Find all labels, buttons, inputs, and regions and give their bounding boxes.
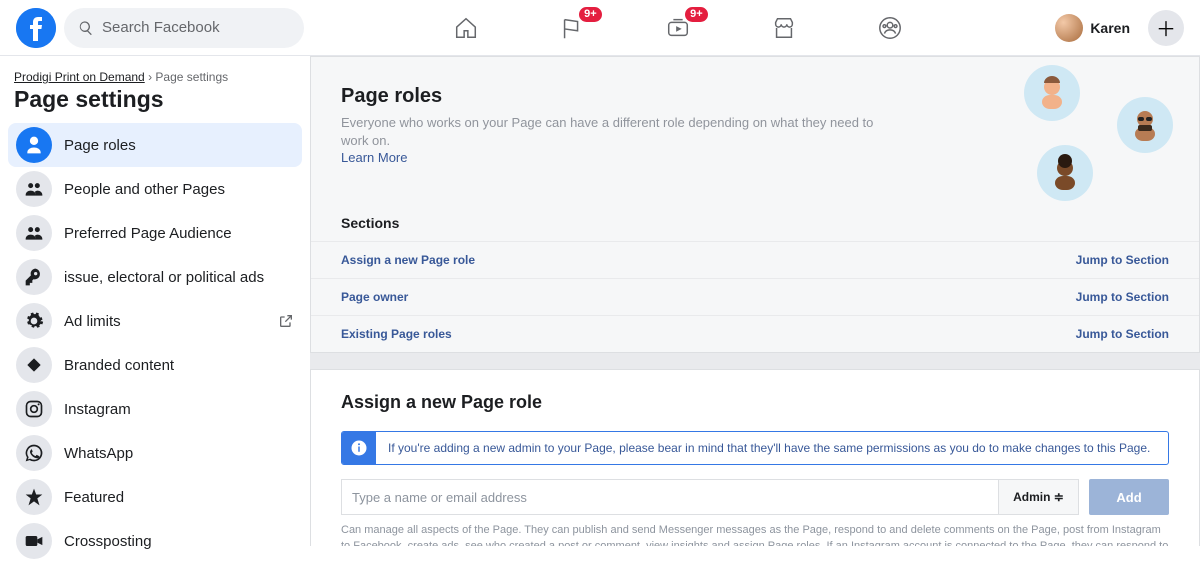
- main: Page roles Everyone who works on your Pa…: [310, 56, 1200, 546]
- nav-pages-badge: 9+: [579, 7, 602, 22]
- star-icon: [16, 479, 52, 515]
- jump-link-assign[interactable]: Jump to Section: [1076, 253, 1169, 267]
- nav-pages[interactable]: 9+: [558, 14, 586, 42]
- nav-home[interactable]: [452, 14, 480, 42]
- facebook-logo[interactable]: [16, 8, 56, 48]
- top-right: Karen ＋: [1051, 10, 1184, 46]
- breadcrumb: Prodigi Print on Demand › Page settings: [8, 70, 302, 84]
- sidebar-item-label: Ad limits: [64, 313, 121, 330]
- sidebar-item-label: Instagram: [64, 401, 131, 418]
- hero-illustration: [1009, 65, 1169, 205]
- sidebar-item-branded-content[interactable]: Branded content: [8, 343, 302, 387]
- nav-marketplace[interactable]: [770, 14, 798, 42]
- breadcrumb-root[interactable]: Prodigi Print on Demand: [14, 70, 145, 84]
- info-banner: If you're adding a new admin to your Pag…: [341, 431, 1169, 465]
- add-button[interactable]: Add: [1089, 479, 1169, 515]
- gear-icon: [16, 303, 52, 339]
- handshake-icon: [16, 347, 52, 383]
- video-icon: [16, 523, 52, 559]
- nav-center: 9+ 9+: [304, 14, 1051, 42]
- sidebar-item-preferred-audience[interactable]: Preferred Page Audience: [8, 211, 302, 255]
- sidebar-item-label: Crossposting: [64, 533, 152, 550]
- role-description: Can manage all aspects of the Page. They…: [341, 523, 1169, 546]
- key-icon: [16, 259, 52, 295]
- sidebar-item-label: Page roles: [64, 137, 136, 154]
- person-icon: [16, 127, 52, 163]
- assign-title: Assign a new Page role: [341, 392, 1169, 413]
- external-link-icon: [278, 313, 294, 329]
- nav-groups[interactable]: [876, 14, 904, 42]
- section-row-owner: Page owner Jump to Section: [311, 278, 1199, 315]
- section-row-existing: Existing Page roles Jump to Section: [311, 315, 1199, 352]
- page-title: Page settings: [14, 86, 302, 113]
- section-link-existing[interactable]: Existing Page roles: [341, 327, 452, 341]
- create-button[interactable]: ＋: [1148, 10, 1184, 46]
- profile-chip[interactable]: Karen: [1051, 10, 1140, 46]
- sidebar-item-label: Branded content: [64, 357, 174, 374]
- sidebar-item-issue-ads[interactable]: issue, electoral or political ads: [8, 255, 302, 299]
- sidebar-item-label: Preferred Page Audience: [64, 225, 232, 242]
- instagram-icon: [16, 391, 52, 427]
- sidebar-item-label: People and other Pages: [64, 181, 225, 198]
- search-icon: [78, 20, 94, 36]
- section-link-assign[interactable]: Assign a new Page role: [341, 253, 475, 267]
- profile-name: Karen: [1090, 20, 1130, 36]
- search-placeholder: Search Facebook: [102, 19, 220, 36]
- section-row-assign: Assign a new Page role Jump to Section: [311, 241, 1199, 278]
- sections-label: Sections: [341, 215, 1169, 231]
- sidebar-item-label: issue, electoral or political ads: [64, 269, 264, 286]
- sidebar-item-ad-limits[interactable]: Ad limits: [8, 299, 302, 343]
- info-text: If you're adding a new admin to your Pag…: [376, 432, 1162, 464]
- group-icon: [16, 215, 52, 251]
- search-box[interactable]: Search Facebook: [64, 8, 304, 48]
- nav-watch[interactable]: 9+: [664, 14, 692, 42]
- sidebar: Prodigi Print on Demand › Page settings …: [0, 56, 310, 546]
- nav-watch-badge: 9+: [685, 7, 708, 22]
- jump-link-existing[interactable]: Jump to Section: [1076, 327, 1169, 341]
- jump-link-owner[interactable]: Jump to Section: [1076, 290, 1169, 304]
- hero: Page roles Everyone who works on your Pa…: [311, 57, 1199, 165]
- hero-subtitle: Everyone who works on your Page can have…: [341, 114, 901, 150]
- topbar: Search Facebook 9+ 9+ Karen ＋: [0, 0, 1200, 56]
- breadcrumb-current: Page settings: [155, 70, 228, 84]
- sidebar-item-label: Featured: [64, 489, 124, 506]
- sidebar-item-label: WhatsApp: [64, 445, 133, 462]
- sidebar-item-crossposting[interactable]: Crossposting: [8, 519, 302, 563]
- name-input[interactable]: [341, 479, 999, 515]
- avatar: [1055, 14, 1083, 42]
- sidebar-item-featured[interactable]: Featured: [8, 475, 302, 519]
- role-select[interactable]: Admin ≑: [999, 479, 1079, 515]
- sidebar-item-page-roles[interactable]: Page roles: [8, 123, 302, 167]
- group-icon: [16, 171, 52, 207]
- sidebar-item-people-pages[interactable]: People and other Pages: [8, 167, 302, 211]
- section-link-owner[interactable]: Page owner: [341, 290, 408, 304]
- info-icon: [342, 432, 376, 464]
- assign-card: Assign a new Page role If you're adding …: [310, 369, 1200, 546]
- assign-form: Admin ≑ Add: [341, 479, 1169, 515]
- whatsapp-icon: [16, 435, 52, 471]
- sidebar-item-whatsapp[interactable]: WhatsApp: [8, 431, 302, 475]
- sidebar-item-instagram[interactable]: Instagram: [8, 387, 302, 431]
